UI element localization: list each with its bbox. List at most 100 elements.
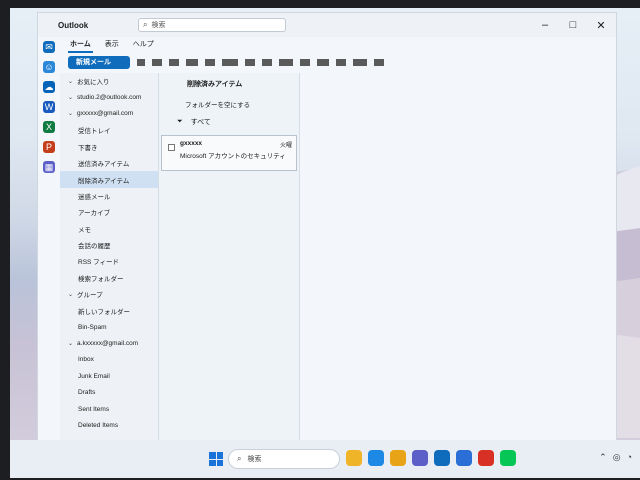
message-list-header: 削除済みアイテム (187, 81, 243, 88)
filter-icon[interactable]: ⏷ (177, 118, 183, 126)
folder-label: 新しいフォルダー (78, 308, 130, 316)
folder-item[interactable]: 新しいフォルダー (60, 302, 158, 318)
onedrive-icon[interactable]: ☁ (43, 81, 55, 93)
taskbar: ⌕ 検索 ⌃ ◎ ◔ (10, 440, 640, 478)
powerpoint-icon[interactable]: P (43, 141, 55, 153)
folder-icon[interactable] (390, 450, 406, 466)
chevron-down-icon[interactable]: ⌄ (68, 94, 73, 101)
folder-item[interactable]: Inbox (60, 352, 158, 368)
folder-item[interactable]: 削除済みアイテム (60, 171, 158, 188)
folder-item[interactable]: ⌄ gxxxxx@gmail.com (60, 106, 158, 122)
ribbon-button-rules[interactable] (353, 58, 367, 66)
folder-item[interactable]: Deleted Items (60, 417, 158, 433)
ribbon-button-reply-all[interactable] (245, 58, 255, 66)
chevron-down-icon[interactable]: ⌄ (68, 340, 73, 347)
folder-item[interactable]: ⌄ a.kxxxxx@gmail.com (60, 335, 158, 351)
folder-label: メモ (78, 226, 91, 234)
empty-folder-link[interactable]: フォルダーを空にする (159, 95, 299, 113)
chevron-down-icon[interactable]: ⌄ (68, 110, 73, 117)
outlook-icon[interactable] (434, 450, 450, 466)
folder-label: a.kxxxxx@gmail.com (77, 339, 139, 347)
ribbon-button-pin[interactable] (317, 58, 329, 66)
taskbar-search[interactable]: ⌕ 検索 (228, 449, 340, 469)
folder-item[interactable]: アーカイブ (60, 204, 158, 220)
folder-item[interactable]: 送信済みアイテム (60, 155, 158, 171)
folder-item[interactable]: Sent Items (60, 401, 158, 417)
maximize-button[interactable]: □ (566, 19, 580, 32)
app-red-icon[interactable] (478, 450, 494, 466)
network-icon[interactable]: ◎ (613, 452, 621, 463)
folder-label: 検索フォルダー (78, 275, 124, 283)
folder-item[interactable]: 会話の履歴 (60, 237, 158, 253)
apps-icon[interactable]: ▦ (43, 161, 55, 173)
folder-label: 会話の履歴 (78, 243, 111, 251)
folder-item[interactable]: 受信トレイ (60, 122, 158, 138)
minimize-button[interactable]: – (538, 19, 552, 32)
ribbon-button-forward[interactable] (262, 58, 272, 66)
message-item[interactable]: gxxxxx Microsoft アカウントのセキュリティ 火曜 (161, 135, 297, 171)
folder-label: Deleted Items (78, 421, 119, 429)
folder-label: 削除済みアイテム (78, 177, 130, 185)
ribbon-button-flag[interactable] (300, 58, 310, 66)
folder-item[interactable]: Junk Email (60, 368, 158, 384)
folder-label: Junk Email (78, 372, 110, 380)
message-subject: Microsoft アカウントのセキュリティ (180, 153, 286, 160)
folder-item[interactable]: 下書き (60, 139, 158, 155)
app-rail: ✉ ☺ ☁ W X P ▦ (38, 37, 60, 445)
store-icon[interactable] (456, 450, 472, 466)
chevron-down-icon[interactable]: ⌄ (68, 291, 73, 298)
folder-item[interactable]: ⌄ グループ (60, 286, 158, 302)
teams-icon[interactable] (412, 450, 428, 466)
folder-label: 下書き (78, 144, 98, 152)
folder-label: Bin-Spam (78, 323, 107, 331)
ribbon-button-reply[interactable] (222, 58, 238, 66)
folder-item[interactable]: Bin-Spam (60, 319, 158, 335)
search-input[interactable]: ⌕ 検索 (138, 18, 286, 32)
excel-icon[interactable]: X (43, 121, 55, 133)
new-mail-button[interactable]: 新規メール (68, 55, 130, 69)
ribbon-button-more[interactable] (374, 58, 384, 66)
ribbon-button-delete[interactable] (137, 58, 145, 66)
close-button[interactable]: ✕ (594, 19, 608, 32)
line-icon[interactable] (500, 450, 516, 466)
filter-label[interactable]: すべて (191, 117, 211, 127)
folder-item[interactable]: RSS フィード (60, 253, 158, 269)
outlook-window: Outlook ⌕ 検索 – □ ✕ ホーム 表示 ヘルプ 新規メール ✉ ☺ … (37, 12, 617, 445)
folder-item[interactable]: Drafts (60, 384, 158, 400)
edge-icon[interactable] (368, 450, 384, 466)
folder-item[interactable]: ⌄ お気に入り (60, 73, 158, 89)
folder-label: RSS フィード (78, 259, 120, 267)
mail-icon[interactable]: ✉ (43, 41, 55, 53)
ribbon-button-snooze[interactable] (336, 58, 346, 66)
people-icon[interactable]: ☺ (43, 61, 55, 73)
folder-item[interactable]: 迷惑メール (60, 188, 158, 204)
folder-label: studio.2@outlook.com (77, 94, 142, 102)
message-checkbox[interactable] (168, 144, 175, 151)
folder-label: 送信済みアイテム (78, 161, 130, 169)
ribbon-button-move[interactable] (205, 58, 215, 66)
file-explorer-icon[interactable] (346, 450, 362, 466)
chevron-down-icon[interactable]: ⌄ (68, 78, 73, 85)
folder-item[interactable]: メモ (60, 221, 158, 237)
ribbon-button-archive[interactable] (152, 58, 162, 66)
tab-help[interactable]: ヘルプ (131, 37, 156, 53)
new-mail-label: 新規メール (76, 59, 111, 66)
ribbon-button-sweep[interactable] (186, 58, 198, 66)
folder-item[interactable]: ⌄ studio.2@outlook.com (60, 89, 158, 105)
message-time: 火曜 (279, 143, 292, 149)
folder-pane: ⌄ お気に入り ⌄ studio.2@outlook.com ⌄ gxxxxx@gmail… (60, 73, 158, 445)
word-icon[interactable]: W (43, 101, 55, 113)
ribbon-button-read[interactable] (279, 58, 293, 66)
start-button[interactable] (209, 452, 223, 466)
chevron-up-icon[interactable]: ⌃ (599, 452, 607, 463)
title-bar: Outlook ⌕ 検索 – □ ✕ (38, 13, 616, 37)
wifi-icon[interactable]: ◔ (627, 452, 632, 463)
tab-view[interactable]: 表示 (103, 37, 121, 53)
ribbon-button-report[interactable] (169, 58, 179, 66)
folder-label: Sent Items (78, 405, 110, 413)
message-sender: gxxxxx (180, 140, 203, 147)
tab-home[interactable]: ホーム (68, 37, 93, 53)
folder-item[interactable]: 検索フォルダー (60, 270, 158, 286)
window-controls: – □ ✕ (538, 19, 616, 32)
screen: Outlook ⌕ 検索 – □ ✕ ホーム 表示 ヘルプ 新規メール ✉ ☺ … (10, 8, 640, 478)
